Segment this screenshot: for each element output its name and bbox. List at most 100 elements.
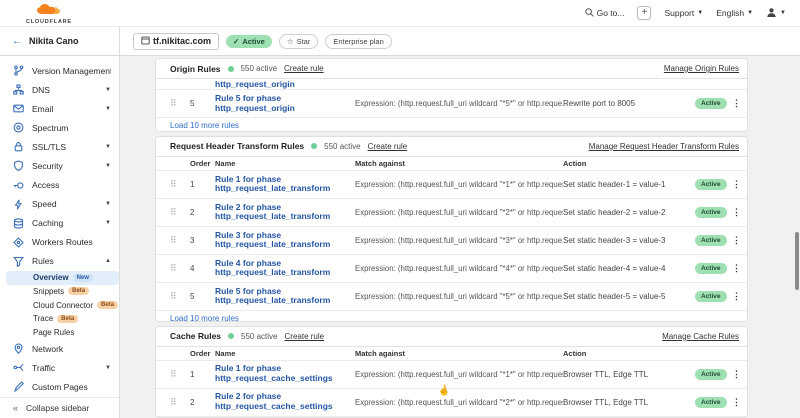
sidebar-item-version-management[interactable]: Version Management (0, 61, 119, 80)
rule-name-link[interactable]: http_request_origin (215, 79, 741, 89)
sidebar-item-rules-trace[interactable]: Trace Beta (0, 312, 119, 326)
sidebar-item-email[interactable]: Email ▼ (0, 99, 119, 118)
rule-name-link[interactable]: Rule 5 for phase http_request_origin (215, 94, 355, 114)
create-rule-link[interactable]: Create rule (284, 64, 324, 73)
create-rule-link[interactable]: Create rule (285, 332, 325, 341)
table-row: ⠿ 1 Rule 1 for phasehttp_request_late_tr… (156, 170, 747, 198)
drag-handle-icon[interactable]: ⠿ (170, 207, 190, 218)
drag-handle-icon[interactable]: ⠿ (170, 291, 190, 302)
rule-order: 2 (190, 398, 215, 407)
star-button[interactable]: ☆ Star (279, 34, 319, 49)
kebab-menu-icon[interactable]: ⋮ (727, 179, 747, 190)
rule-name-link[interactable]: Rule 3 for phasehttp_request_late_transf… (215, 231, 355, 251)
load-more-rules-link[interactable]: Load 10 more rules (156, 310, 747, 322)
sidebar-item-access[interactable]: Access (0, 175, 119, 194)
rule-name-link[interactable]: Rule 4 for phasehttp_request_late_transf… (215, 259, 355, 279)
drag-handle-icon[interactable]: ⠿ (170, 397, 190, 408)
origin-rules-header: Origin Rules 550 active Create rule Mana… (156, 59, 747, 79)
sidebar-item-rules-overview[interactable]: Overview New (6, 271, 119, 285)
rule-action: Set static header-2 = value-2 (563, 208, 695, 217)
status-badge: Active (695, 98, 727, 109)
language-menu[interactable]: English ▼ (716, 8, 753, 18)
rule-match-expression: Expression: (http.request.full_uri wildc… (355, 208, 563, 217)
status-badge: Active (695, 235, 727, 246)
status-badge: Active (695, 263, 727, 274)
sidebar-item-caching[interactable]: Caching ▼ (0, 214, 119, 233)
drag-handle-icon[interactable]: ⠿ (170, 179, 190, 190)
kebab-menu-icon[interactable]: ⋮ (727, 291, 747, 302)
active-count: 550 active (324, 142, 360, 151)
chevron-down-icon: ▼ (105, 163, 111, 169)
check-icon: ✓ (233, 37, 239, 46)
column-order: Order (190, 159, 215, 168)
rule-action: Rewrite port to 8005 (563, 99, 695, 108)
drag-handle-icon[interactable]: ⠿ (170, 235, 190, 246)
table-row-partial: http_request_origin (156, 79, 747, 89)
sidebar-item-rules-snippets[interactable]: Snippets Beta (0, 285, 119, 299)
account-name: Nikita Cano (29, 36, 79, 46)
cloudflare-logo[interactable]: CLOUDFLARE (26, 3, 72, 26)
support-menu[interactable]: Support ▼ (664, 8, 703, 18)
manage-cache-rules-link[interactable]: Manage Cache Rules (662, 332, 739, 341)
kebab-menu-icon[interactable]: ⋮ (727, 369, 747, 380)
rule-match-expression: Expression: (http.request.full_uri wildc… (355, 370, 563, 379)
kebab-menu-icon[interactable]: ⋮ (727, 207, 747, 218)
back-arrow-icon[interactable]: ← (12, 36, 22, 47)
kebab-menu-icon[interactable]: ⋮ (727, 98, 747, 109)
cache-rules-card: Cache Rules 550 active Create rule Manag… (155, 326, 748, 418)
cloudflare-dashboard: CLOUDFLARE Go to... + Support ▼ English … (0, 0, 800, 418)
new-badge: New (73, 274, 93, 282)
sidebar-item-custom-pages[interactable]: Custom Pages (0, 377, 119, 396)
sidebar-item-traffic[interactable]: Traffic ▼ (0, 358, 119, 377)
sidebar-item-security[interactable]: Security ▼ (0, 156, 119, 175)
goto-search[interactable]: Go to... (585, 8, 625, 19)
drag-handle-icon[interactable]: ⠿ (170, 263, 190, 274)
active-dot-icon (228, 66, 234, 72)
rht-rules-header: Request Header Transform Rules 550 activ… (156, 137, 747, 157)
table-row: ⠿ 4 Rule 4 for phasehttp_request_late_tr… (156, 254, 747, 282)
domain-selector[interactable]: tf.nikitac.com (133, 33, 219, 50)
manage-origin-rules-link[interactable]: Manage Origin Rules (664, 64, 739, 73)
sidebar-item-ssl-tls[interactable]: SSL/TLS ▼ (0, 137, 119, 156)
kebab-menu-icon[interactable]: ⋮ (727, 397, 747, 408)
chevron-down-icon: ▼ (105, 87, 111, 93)
sidebar-item-rules-page-rules[interactable]: Page Rules (0, 326, 119, 340)
status-badge: Active (695, 207, 727, 218)
scrollbar-thumb[interactable] (795, 232, 799, 290)
add-site-button[interactable]: + (637, 6, 651, 20)
chevron-up-icon: ▲ (105, 258, 111, 264)
drag-handle-icon[interactable]: ⠿ (170, 369, 190, 380)
status-badge: Active (695, 369, 727, 380)
rule-name-link[interactable]: Rule 2 for phasehttp_request_late_transf… (215, 203, 355, 223)
table-row: ⠿ 2 Rule 2 for phasehttp_request_late_tr… (156, 198, 747, 226)
rule-name-link[interactable]: Rule 5 for phasehttp_request_late_transf… (215, 287, 355, 307)
kebab-menu-icon[interactable]: ⋮ (727, 263, 747, 274)
kebab-menu-icon[interactable]: ⋮ (727, 235, 747, 246)
load-more-rules-link[interactable]: Load 10 more rules (156, 117, 747, 132)
rule-name-link[interactable]: Rule 1 for phasehttp_request_late_transf… (215, 175, 355, 195)
sidebar-item-speed[interactable]: Speed ▼ (0, 195, 119, 214)
active-count: 550 active (241, 64, 277, 73)
column-action: Action (563, 349, 695, 358)
drag-handle-icon[interactable]: ⠿ (170, 98, 190, 109)
cache-rules-header: Cache Rules 550 active Create rule Manag… (156, 327, 747, 347)
sidebar-item-rules[interactable]: Rules ▲ (0, 252, 119, 271)
chevron-down-icon: ▼ (105, 365, 111, 371)
rule-match-expression: Expression: (http.request.full_uri wildc… (355, 264, 563, 273)
chevron-down-icon: ▼ (105, 106, 111, 112)
create-rule-link[interactable]: Create rule (368, 142, 408, 151)
user-menu[interactable]: ▼ (766, 7, 786, 20)
manage-rht-rules-link[interactable]: Manage Request Header Transform Rules (589, 142, 739, 151)
account-breadcrumb[interactable]: ← Nikita Cano (0, 27, 120, 55)
column-match: Match against (355, 349, 563, 358)
rule-name-link[interactable]: Rule 1 for phasehttp_request_cache_setti… (215, 364, 355, 384)
sidebar-item-spectrum[interactable]: Spectrum (0, 118, 119, 137)
collapse-sidebar-button[interactable]: « Collapse sidebar (0, 397, 119, 418)
rule-name-link[interactable]: Rule 2 for phasehttp_request_cache_setti… (215, 392, 355, 412)
chevron-down-icon: ▼ (105, 201, 111, 207)
section-title: Request Header Transform Rules (170, 141, 304, 151)
sidebar-item-network[interactable]: Network (0, 339, 119, 358)
sidebar-item-workers-routes[interactable]: Workers Routes (0, 233, 119, 252)
sidebar-item-dns[interactable]: DNS ▼ (0, 80, 119, 99)
sidebar-item-rules-cloud-connector[interactable]: Cloud Connector Beta (0, 298, 119, 312)
